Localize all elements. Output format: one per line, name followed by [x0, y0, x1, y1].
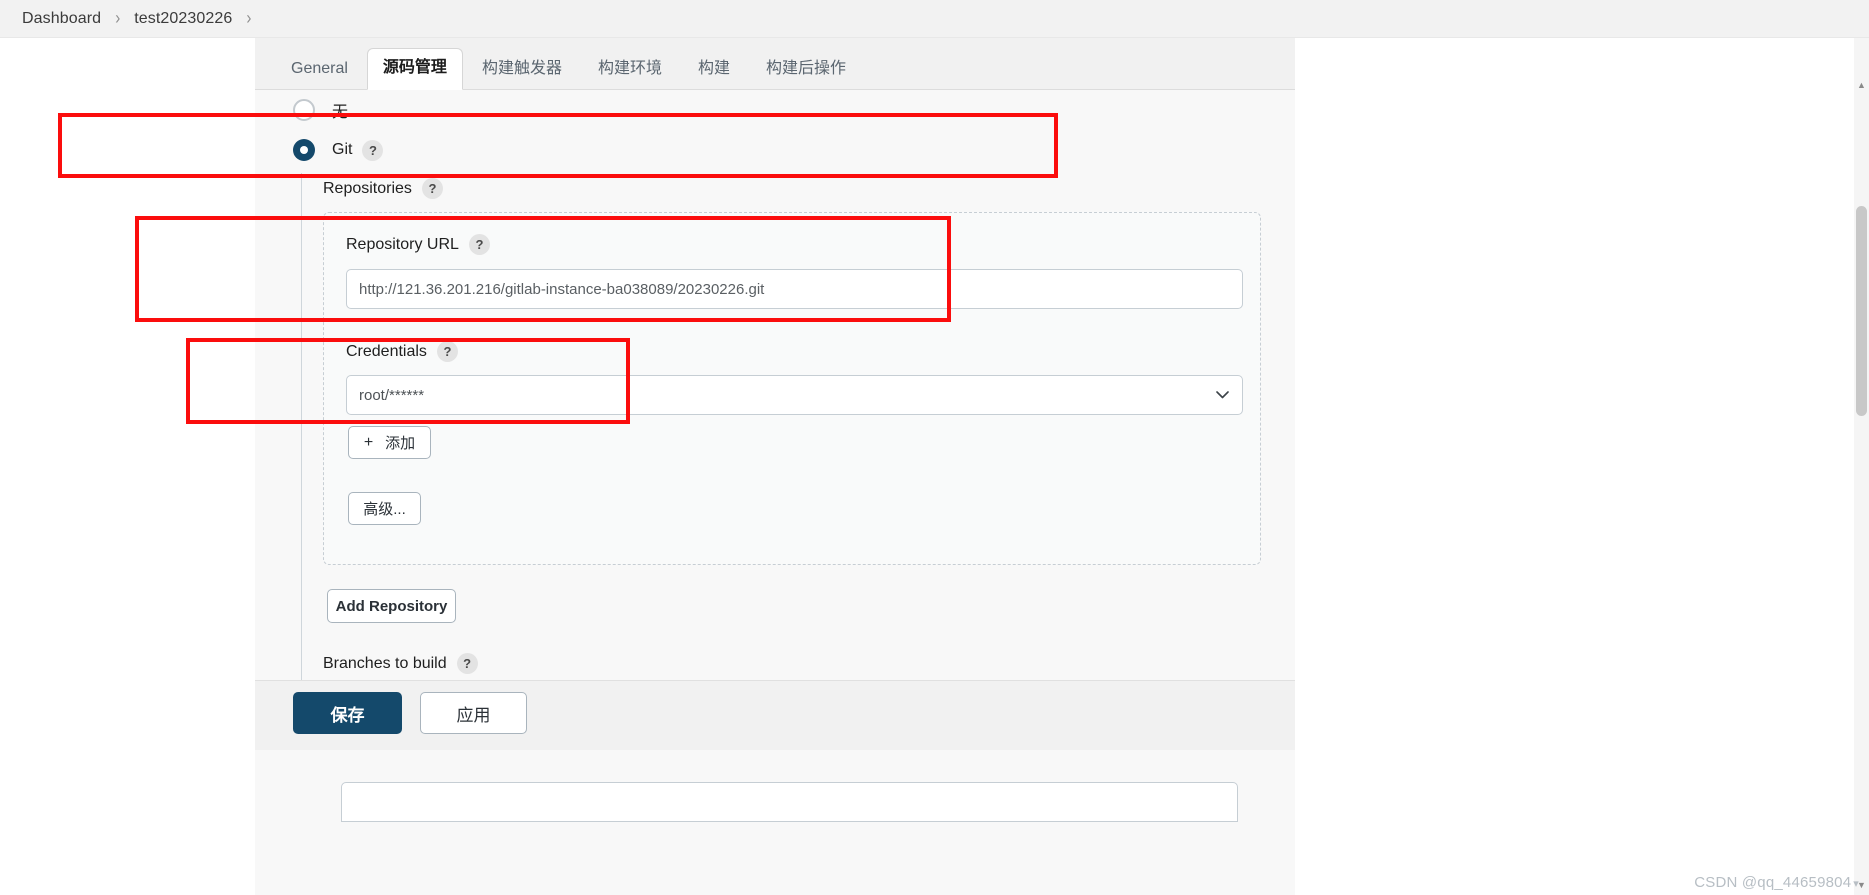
breadcrumb-separator-icon: › [115, 7, 121, 30]
breadcrumb-item-job[interactable]: test20230226 [134, 10, 232, 28]
add-credential-label: 添加 [385, 435, 416, 452]
apply-button[interactable]: 应用 [420, 692, 527, 734]
repository-block: Repository URL ? Credentials ? root/****… [323, 212, 1261, 565]
breadcrumb: Dashboard › test20230226 › [0, 0, 1869, 38]
page-scrollbar[interactable]: ▲ [1854, 38, 1869, 895]
help-icon-credentials[interactable]: ? [436, 341, 458, 362]
scrollbar-thumb[interactable] [1856, 206, 1867, 416]
repository-url-label: Repository URL [346, 235, 459, 253]
help-icon-repositories[interactable]: ? [421, 178, 443, 199]
tab-build-triggers[interactable]: 构建触发器 [465, 61, 579, 89]
scm-option-git-label: Git [332, 141, 353, 158]
radio-none-icon[interactable] [293, 99, 315, 121]
repository-url-input[interactable] [346, 269, 1243, 309]
config-tabs: General 源码管理 构建触发器 构建环境 构建 构建后操作 [255, 38, 1295, 90]
breadcrumb-item-dashboard[interactable]: Dashboard [22, 10, 101, 28]
tab-source-code-management[interactable]: 源码管理 [366, 48, 463, 90]
save-button[interactable]: 保存 [293, 692, 402, 734]
help-icon-repository-url[interactable]: ? [468, 234, 490, 255]
scroll-up-arrow-icon[interactable]: ▲ [1855, 78, 1868, 91]
scm-option-git[interactable]: Git ? [293, 139, 384, 161]
tab-general[interactable]: General [274, 61, 365, 89]
advanced-button[interactable]: 高级... [348, 492, 421, 525]
branches-field-partial[interactable] [341, 782, 1238, 822]
branches-label-group: Branches to build ? [323, 653, 478, 674]
credentials-label: Credentials [346, 342, 427, 360]
tab-build[interactable]: 构建 [681, 61, 747, 89]
add-credential-button[interactable]: + 添加 [348, 426, 431, 459]
add-repository-button[interactable]: Add Repository [327, 589, 456, 623]
right-gutter [1295, 38, 1869, 895]
form-footer: 保存 应用 [255, 680, 1295, 750]
breadcrumb-separator-icon-2: › [246, 7, 252, 30]
credentials-select-wrap: root/****** [346, 375, 1243, 415]
watermark-text: CSDN @qq_44659804 [1694, 874, 1852, 891]
tab-post-build-actions[interactable]: 构建后操作 [749, 61, 863, 89]
tab-build-environment[interactable]: 构建环境 [581, 61, 679, 89]
help-icon-git[interactable]: ? [362, 139, 384, 161]
radio-git-icon[interactable] [293, 139, 315, 161]
help-icon-branches[interactable]: ? [456, 653, 478, 674]
plus-icon: + [363, 433, 374, 451]
scm-option-none-label: 无 [332, 104, 349, 121]
left-gutter [0, 38, 255, 895]
branches-to-build-label: Branches to build [323, 654, 447, 672]
watermark-caret-icon: ▾ [1853, 878, 1859, 890]
watermark: CSDN @qq_44659804 ▾ [1694, 874, 1859, 891]
section-rule [301, 173, 302, 680]
scm-option-none[interactable]: 无 [293, 98, 348, 122]
advanced-label: 高级... [363, 501, 406, 518]
add-repository-label: Add Repository [335, 597, 448, 615]
form-continuation-panel [255, 750, 1295, 895]
repository-url-label-group: Repository URL ? [346, 234, 490, 255]
repositories-label: Repositories [323, 179, 412, 197]
scm-form: 无 Git ? Repositories ? Repository URL ? … [255, 90, 1295, 680]
credentials-select[interactable]: root/****** [346, 375, 1243, 415]
repositories-label-group: Repositories ? [323, 178, 443, 199]
credentials-label-group: Credentials ? [346, 341, 458, 362]
